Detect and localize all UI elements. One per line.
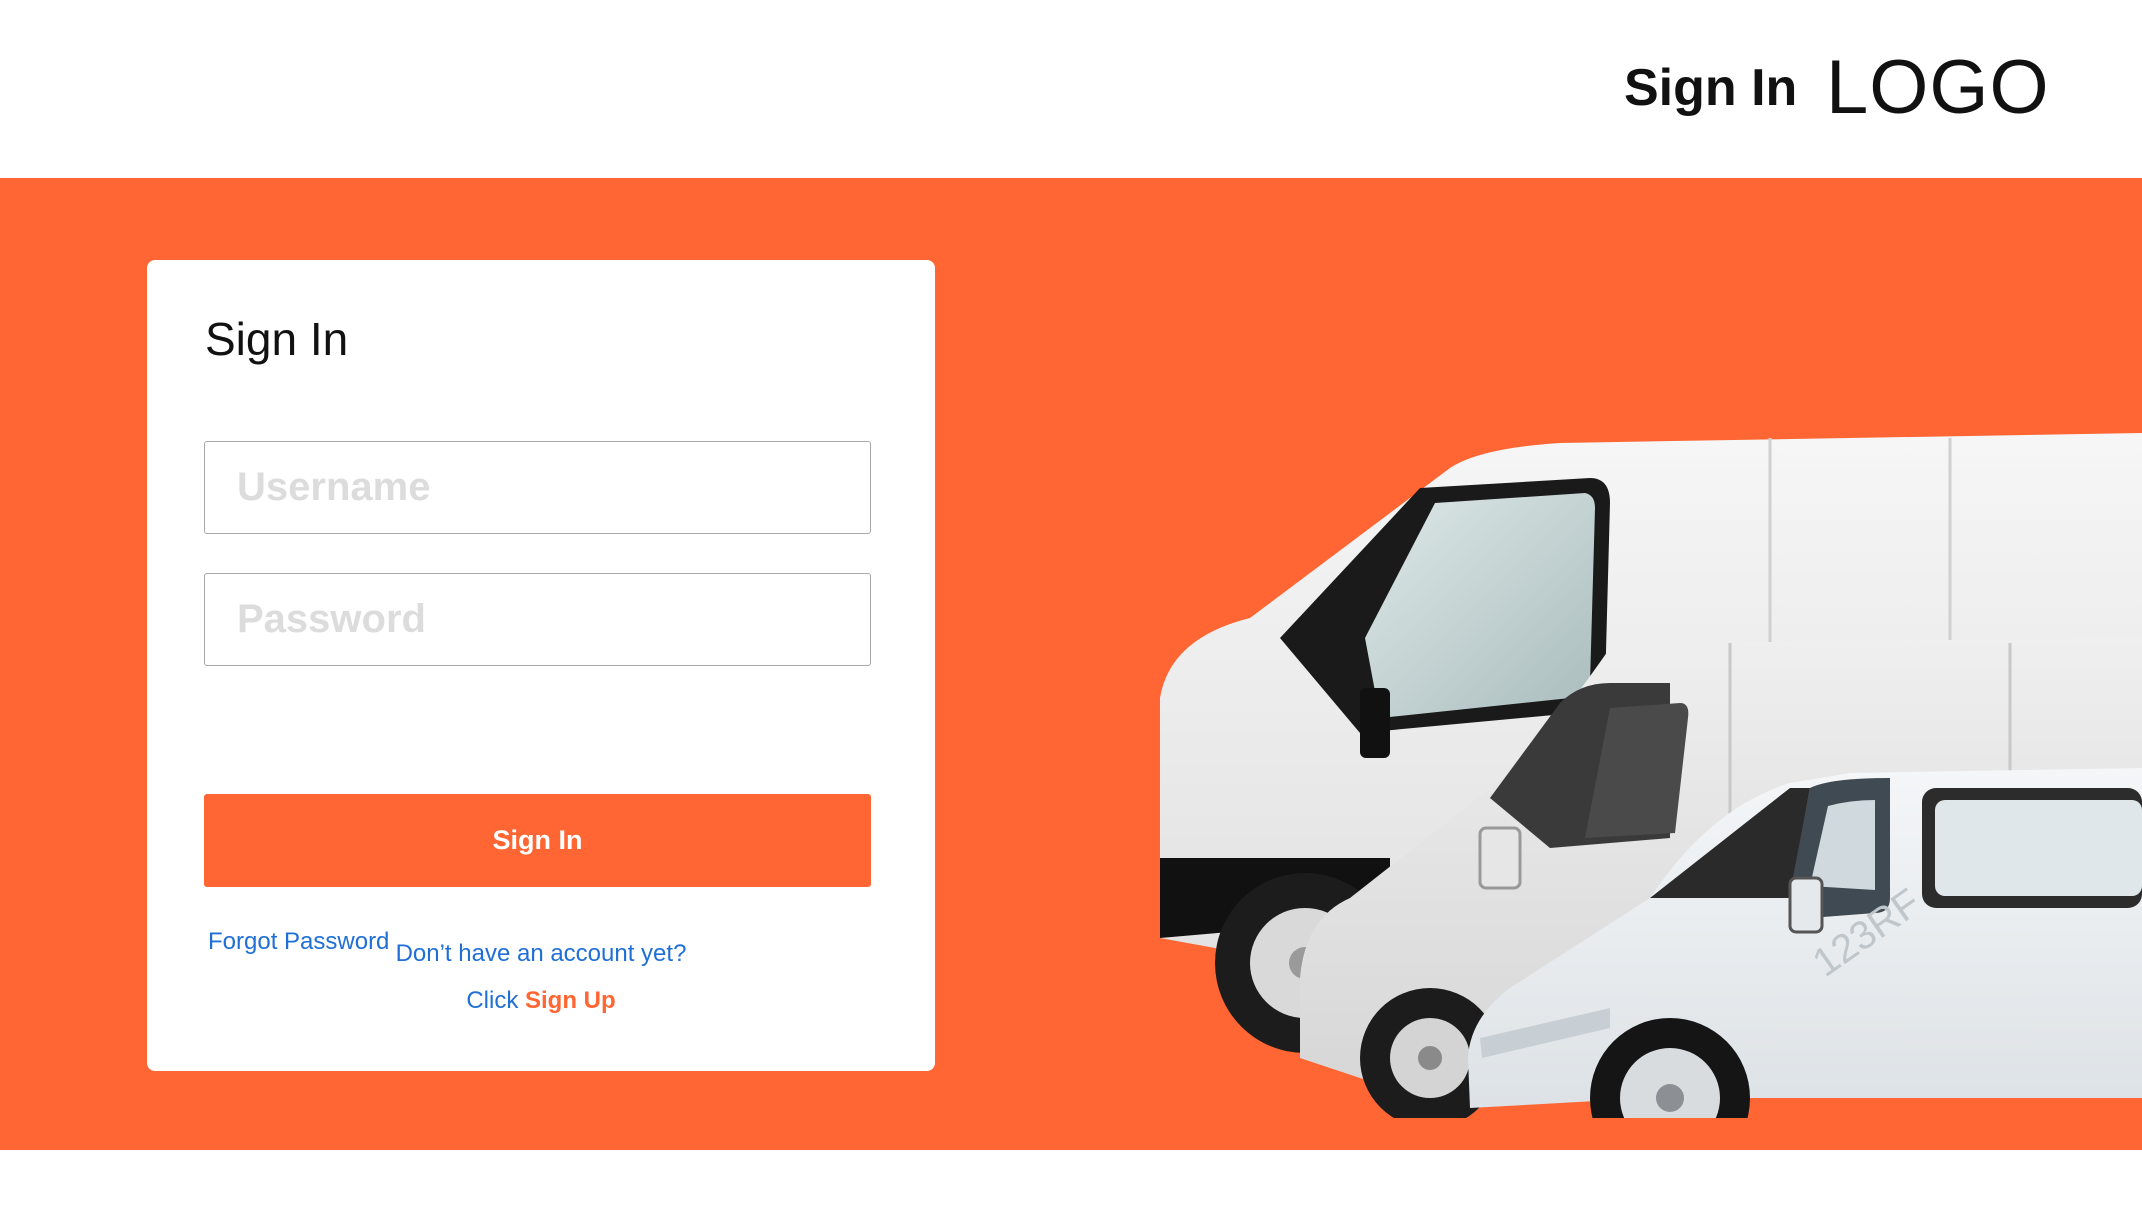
signup-prompt: Click Sign Up: [147, 987, 935, 1015]
username-input[interactable]: [204, 441, 871, 534]
signin-button[interactable]: Sign In: [204, 794, 871, 887]
hero-banner: Sign In Sign In Forgot Password Don’t ha…: [0, 178, 2142, 1150]
no-account-text: Don’t have an account yet?: [395, 940, 687, 967]
click-prefix: Click: [466, 987, 519, 1014]
logo[interactable]: LOGO: [1826, 44, 2050, 131]
top-header: Sign In LOGO: [0, 0, 2142, 178]
password-input[interactable]: [204, 573, 871, 666]
signup-link[interactable]: Sign Up: [525, 987, 616, 1014]
signin-card: Sign In Sign In Forgot Password Don’t ha…: [147, 260, 935, 1071]
header-signin-link[interactable]: Sign In: [1624, 58, 1797, 118]
vans-illustration: 123RF: [1160, 433, 2142, 1118]
card-title: Sign In: [205, 313, 349, 365]
